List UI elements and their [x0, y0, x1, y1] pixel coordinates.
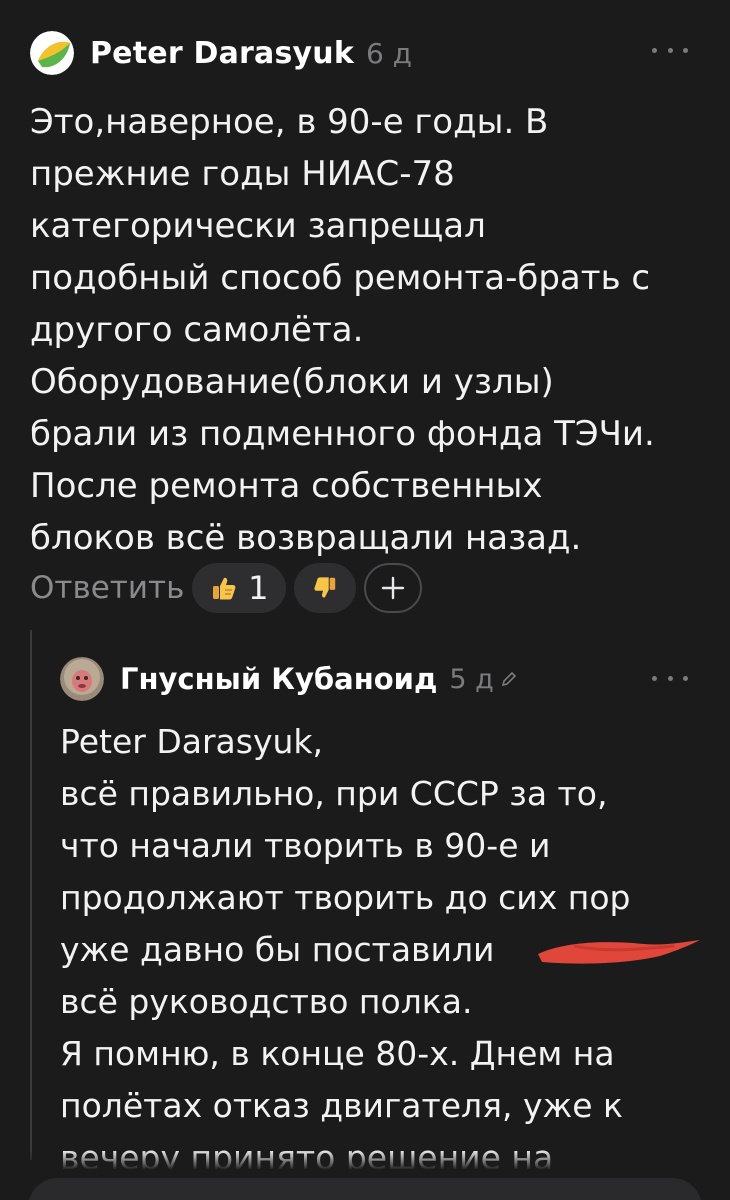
comment-line: Peter Darasyuk, [60, 722, 323, 761]
more-dots-icon[interactable] [652, 668, 688, 688]
comment-line: Это,наверное, в 90-е годы. В [30, 102, 549, 142]
comment-line: полётах отказ двигателя, уже к [60, 1086, 623, 1125]
comment-line: категорически запрещал [30, 206, 486, 246]
comment-input-bar[interactable] [28, 1178, 702, 1200]
author-name[interactable]: Peter Darasyuk [90, 36, 354, 71]
comment-line: прежние годы НИАС-78 [30, 154, 455, 194]
comment-line: Оборудование(блоки и узлы) [30, 362, 554, 402]
reply-header: Гнусный Кубаноид 5 д [60, 656, 518, 702]
comment-line: продолжают творить до сих пор [60, 878, 631, 917]
thumbs-down-icon [314, 577, 336, 598]
avatar-leaf-icon [30, 31, 74, 75]
comment-line: что начали творить в 90-е и [60, 826, 551, 865]
plus-icon [382, 576, 405, 600]
comment-time: 5 д [449, 663, 494, 695]
comment-line: брали из подменного фонда ТЭЧи. [30, 414, 655, 454]
like-button[interactable]: 1 [192, 563, 287, 613]
comments-screen: Peter Darasyuk 6 д Это,наверное, в 90-е … [0, 0, 730, 1200]
comment-line: Я помню, в конце 80-х. Днем на [60, 1034, 615, 1073]
comment-line: всё руководство полка. [60, 982, 473, 1021]
redaction-mark [538, 940, 700, 964]
comment-line: подобный способ ремонта-брать с [30, 258, 651, 298]
pencil-icon [501, 671, 516, 687]
reply-button[interactable]: Ответить [30, 570, 184, 606]
author-name[interactable]: Гнусный Кубаноид [120, 662, 437, 696]
thread-line [30, 630, 32, 1160]
comment-line: всё правильно, при СССР за то, [60, 774, 608, 813]
comment-time: 6 д [365, 36, 413, 70]
comment-actions: Ответить 1 [30, 560, 423, 616]
avatar-monkey-icon [60, 657, 104, 701]
like-count: 1 [248, 569, 269, 607]
more-dots-icon[interactable] [652, 40, 688, 60]
thumbs-up-icon [213, 577, 236, 600]
dislike-button[interactable] [294, 563, 357, 613]
add-reaction-button[interactable] [364, 563, 423, 613]
comment-line: блоков всё возвращали назад. [30, 518, 582, 558]
avatar[interactable] [30, 31, 74, 75]
comment-line: После ремонта собственных [30, 466, 543, 506]
comment-line: другого самолёта. [30, 310, 364, 350]
avatar[interactable] [60, 657, 104, 701]
comment-text: Это,наверное, в 90-е годы. В прежние год… [30, 96, 710, 564]
comment-header: Peter Darasyuk 6 д [30, 30, 412, 76]
